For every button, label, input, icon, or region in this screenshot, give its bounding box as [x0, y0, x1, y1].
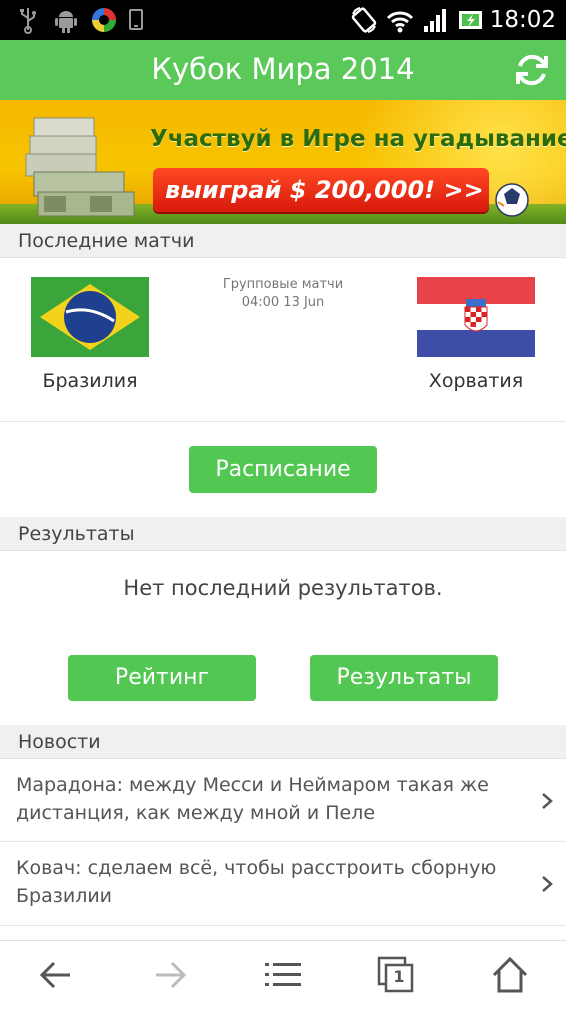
away-team-name: Хорватия — [428, 370, 524, 392]
rating-button[interactable]: Рейтинг — [68, 655, 256, 701]
app-icon — [92, 8, 116, 32]
signal-icon — [424, 9, 446, 32]
tab-count: 1 — [393, 967, 405, 986]
money-stack-icon — [25, 117, 135, 217]
match-stage: Групповые матчи — [222, 277, 344, 292]
app-bar: Кубок Мира 2014 — [0, 40, 566, 100]
divider — [0, 925, 566, 926]
news-item[interactable]: Ковач: сделаем всё, чтобы расстроить сбо… — [0, 842, 566, 924]
app-title: Кубок Мира 2014 — [151, 52, 415, 86]
match-info: Групповые матчи 04:00 13 Jun — [183, 276, 383, 312]
news-item-text: Ковач: сделаем всё, чтобы расстроить сбо… — [16, 857, 497, 907]
status-bar: 18:02 — [0, 0, 566, 40]
bottom-navigation: 1 — [0, 940, 566, 1009]
news-heading-text: Новости — [18, 731, 101, 753]
last-matches-heading: Последние матчи — [0, 224, 566, 258]
banner-headline: Участвуй в Игре на угадывание — [150, 126, 566, 152]
football-icon — [495, 183, 529, 217]
results-heading: Результаты — [0, 517, 566, 551]
news-heading: Новости — [0, 725, 566, 759]
banner-cta-button[interactable]: выиграй $ 200,000! >> — [153, 168, 489, 212]
results-heading-text: Результаты — [18, 523, 135, 545]
results-button[interactable]: Результаты — [310, 655, 498, 701]
battery-charging-icon — [459, 11, 482, 29]
match-datetime: 04:00 13 Jun — [241, 295, 325, 310]
croatia-flag-icon — [417, 277, 535, 357]
refresh-icon[interactable] — [512, 50, 552, 90]
home-team-name: Бразилия — [42, 370, 138, 392]
android-icon — [55, 11, 77, 33]
divider — [0, 421, 566, 422]
usb-icon — [20, 8, 36, 34]
last-matches-heading-text: Последние матчи — [18, 230, 195, 252]
back-arrow-icon[interactable] — [36, 955, 76, 995]
home-icon[interactable] — [490, 955, 530, 995]
news-item[interactable]: Марадона: между Месси и Неймаром такая ж… — [0, 759, 566, 841]
brazil-flag-icon — [31, 277, 149, 357]
no-results-text: Нет последний результатов. — [123, 576, 443, 600]
rotate-icon — [351, 7, 377, 33]
tabs-button[interactable]: 1 — [376, 955, 416, 995]
chevron-right-icon — [542, 876, 553, 892]
chevron-right-icon — [542, 793, 553, 809]
status-time: 18:02 — [489, 7, 556, 33]
menu-icon[interactable] — [263, 955, 303, 995]
news-item-text: Марадона: между Месси и Неймаром такая ж… — [16, 774, 489, 824]
promo-banner[interactable]: Участвуй в Игре на угадывание выиграй $ … — [0, 100, 566, 224]
phone-icon — [129, 9, 143, 30]
schedule-button[interactable]: Расписание — [189, 446, 377, 493]
forward-arrow-icon[interactable] — [150, 955, 190, 995]
wifi-icon — [386, 11, 414, 33]
